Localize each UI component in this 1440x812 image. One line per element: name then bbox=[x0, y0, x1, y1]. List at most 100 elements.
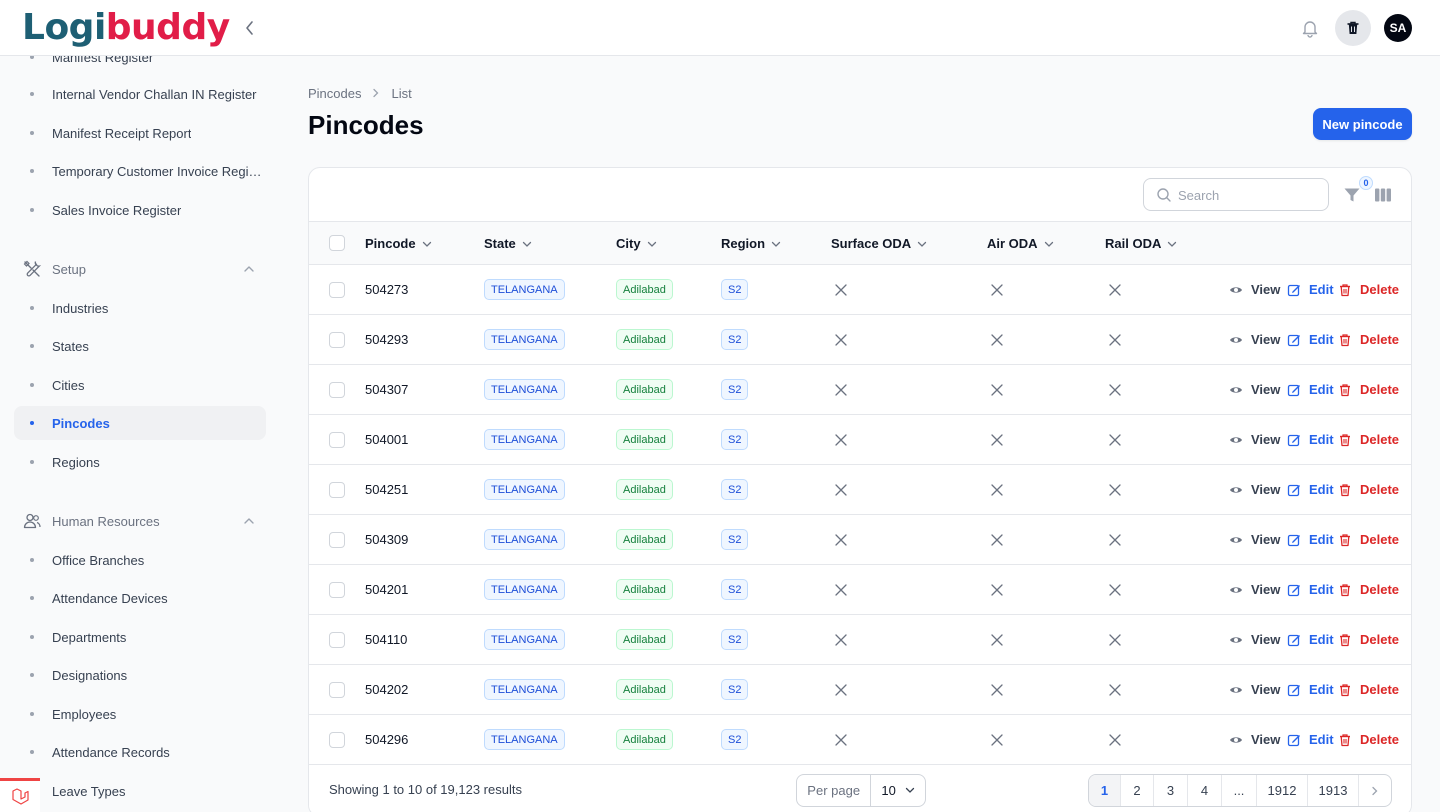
air-oda-false-icon bbox=[989, 682, 1005, 698]
edit-button[interactable]: Edit bbox=[1287, 632, 1334, 647]
sidebar-item-leave-types[interactable]: Leave Types bbox=[14, 774, 266, 808]
new-pincode-button[interactable]: New pincode bbox=[1313, 108, 1412, 140]
sidebar-item-pincodes[interactable]: Pincodes bbox=[14, 406, 266, 440]
column-header-city[interactable]: City bbox=[616, 236, 657, 251]
sidebar-item-internal-vendor-challan-in-register[interactable]: Internal Vendor Challan IN Register bbox=[14, 77, 266, 111]
delete-icon bbox=[1338, 533, 1356, 547]
row-checkbox[interactable] bbox=[329, 632, 345, 648]
page-button-3[interactable]: 3 bbox=[1154, 775, 1188, 806]
user-avatar[interactable]: SA bbox=[1384, 14, 1412, 42]
sidebar-item-sales-invoice-register[interactable]: Sales Invoice Register bbox=[14, 193, 266, 227]
column-header-pincode[interactable]: Pincode bbox=[365, 236, 432, 251]
table-row: 504293 TELANGANA Adilabad S2 View Edit Delete bbox=[309, 315, 1411, 365]
sidebar-item-label: Employees bbox=[52, 706, 117, 722]
view-button[interactable]: View bbox=[1229, 432, 1280, 447]
search-input[interactable] bbox=[1178, 185, 1318, 205]
page-button-2[interactable]: 2 bbox=[1121, 775, 1154, 806]
page-button-4[interactable]: 4 bbox=[1188, 775, 1222, 806]
view-button[interactable]: View bbox=[1229, 382, 1280, 397]
view-button[interactable]: View bbox=[1229, 582, 1280, 597]
eye-icon bbox=[1229, 683, 1247, 697]
row-checkbox[interactable] bbox=[329, 482, 345, 498]
sidebar-item-departments[interactable]: Departments bbox=[14, 620, 266, 654]
row-checkbox[interactable] bbox=[329, 682, 345, 698]
delete-button[interactable]: Delete bbox=[1338, 582, 1399, 597]
select-all-checkbox[interactable] bbox=[329, 235, 345, 251]
collapse-sidebar-button[interactable] bbox=[238, 16, 262, 40]
column-header-rail-oda[interactable]: Rail ODA bbox=[1105, 236, 1177, 251]
sidebar-item-employees[interactable]: Employees bbox=[14, 697, 266, 731]
page-button-1[interactable]: 1 bbox=[1089, 775, 1121, 806]
delete-button[interactable]: Delete bbox=[1338, 432, 1399, 447]
delete-button[interactable]: Delete bbox=[1338, 632, 1399, 647]
delete-button[interactable]: Delete bbox=[1338, 382, 1399, 397]
next-page-button[interactable] bbox=[1359, 775, 1391, 806]
sidebar-item-industries[interactable]: Industries bbox=[14, 291, 266, 325]
edit-button[interactable]: Edit bbox=[1287, 482, 1334, 497]
sidebar-item-office-branches[interactable]: Office Branches bbox=[14, 543, 266, 577]
sidebar-item-states[interactable]: States bbox=[14, 329, 266, 363]
column-header-surface-oda[interactable]: Surface ODA bbox=[831, 236, 927, 251]
filter-icon[interactable] bbox=[1342, 185, 1362, 205]
edit-button[interactable]: Edit bbox=[1287, 682, 1334, 697]
bullet-dot bbox=[30, 558, 34, 562]
delete-button[interactable]: Delete bbox=[1338, 332, 1399, 347]
edit-button[interactable]: Edit bbox=[1287, 332, 1334, 347]
logo[interactable]: Logibuddy bbox=[22, 6, 230, 50]
view-button[interactable]: View bbox=[1229, 282, 1280, 297]
sidebar-item-designations[interactable]: Designations bbox=[14, 658, 266, 692]
edit-button[interactable]: Edit bbox=[1287, 732, 1334, 747]
edit-button[interactable]: Edit bbox=[1287, 282, 1334, 297]
notifications-button[interactable] bbox=[1298, 16, 1322, 40]
sidebar-group-setup[interactable]: Setup bbox=[14, 253, 266, 285]
view-button[interactable]: View bbox=[1229, 332, 1280, 347]
edit-button[interactable]: Edit bbox=[1287, 532, 1334, 547]
sidebar-item-regions[interactable]: Regions bbox=[14, 445, 266, 479]
eye-icon bbox=[1229, 733, 1247, 747]
view-button[interactable]: View bbox=[1229, 682, 1280, 697]
sidebar-group-human-resources[interactable]: Human Resources bbox=[14, 505, 266, 537]
page-button-1912[interactable]: 1912 bbox=[1257, 775, 1308, 806]
search-icon bbox=[1157, 188, 1171, 202]
edit-label: Edit bbox=[1309, 282, 1334, 297]
delete-button[interactable]: Delete bbox=[1338, 282, 1399, 297]
results-summary: Showing 1 to 10 of 19,123 results bbox=[329, 782, 522, 797]
view-button[interactable]: View bbox=[1229, 632, 1280, 647]
per-page-select[interactable]: 10 bbox=[871, 775, 925, 806]
delete-button[interactable]: Delete bbox=[1338, 532, 1399, 547]
row-checkbox[interactable] bbox=[329, 582, 345, 598]
row-checkbox[interactable] bbox=[329, 282, 345, 298]
view-button[interactable]: View bbox=[1229, 732, 1280, 747]
city-badge: Adilabad bbox=[616, 679, 673, 700]
sidebar-item-manifest-register[interactable]: Manifest Register bbox=[14, 56, 266, 74]
breadcrumb-link-pincodes[interactable]: Pincodes bbox=[308, 86, 361, 101]
edit-button[interactable]: Edit bbox=[1287, 582, 1334, 597]
delete-button[interactable]: Delete bbox=[1338, 732, 1399, 747]
page-button-1913[interactable]: 1913 bbox=[1308, 775, 1359, 806]
row-checkbox[interactable] bbox=[329, 332, 345, 348]
row-checkbox[interactable] bbox=[329, 532, 345, 548]
air-oda-false-icon bbox=[989, 482, 1005, 498]
columns-icon[interactable] bbox=[1373, 185, 1393, 205]
delete-button[interactable]: Delete bbox=[1338, 682, 1399, 697]
view-button[interactable]: View bbox=[1229, 482, 1280, 497]
sidebar-item-cities[interactable]: Cities bbox=[14, 368, 266, 402]
column-header-air-oda[interactable]: Air ODA bbox=[987, 236, 1054, 251]
edit-button[interactable]: Edit bbox=[1287, 432, 1334, 447]
eye-icon bbox=[1229, 633, 1247, 647]
view-button[interactable]: View bbox=[1229, 532, 1280, 547]
delete-button[interactable]: Delete bbox=[1338, 482, 1399, 497]
edit-button[interactable]: Edit bbox=[1287, 382, 1334, 397]
sidebar-item-attendance-records[interactable]: Attendance Records bbox=[14, 735, 266, 769]
row-checkbox[interactable] bbox=[329, 732, 345, 748]
sidebar-item-temporary-customer-invoice-register[interactable]: Temporary Customer Invoice Register bbox=[14, 154, 266, 188]
sidebar-item-attendance-devices[interactable]: Attendance Devices bbox=[14, 581, 266, 615]
sidebar-item-manifest-receipt-report[interactable]: Manifest Receipt Report bbox=[14, 116, 266, 150]
row-checkbox[interactable] bbox=[329, 382, 345, 398]
column-header-region[interactable]: Region bbox=[721, 236, 781, 251]
table-row: 504201 TELANGANA Adilabad S2 View Edit Delete bbox=[309, 565, 1411, 615]
edit-label: Edit bbox=[1309, 682, 1334, 697]
row-checkbox[interactable] bbox=[329, 432, 345, 448]
trash-button[interactable] bbox=[1335, 10, 1371, 46]
column-header-state[interactable]: State bbox=[484, 236, 532, 251]
